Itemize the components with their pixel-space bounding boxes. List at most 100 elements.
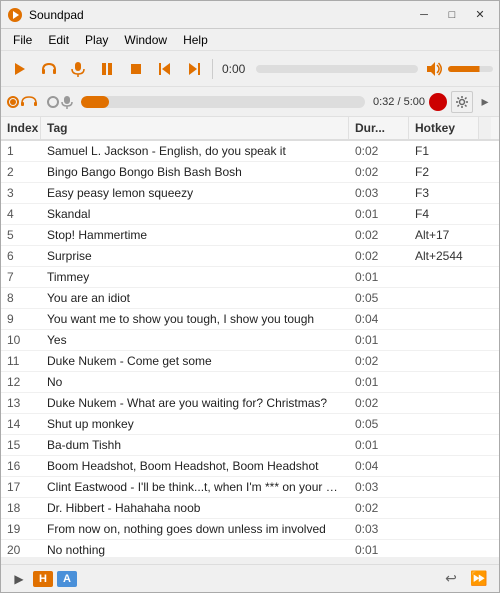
- cell-scroll-space: [479, 435, 499, 455]
- table-row[interactable]: 16 Boom Headshot, Boom Headshot, Boom He…: [1, 456, 499, 477]
- status-bar: ▶ H A ↩ ⏩: [1, 564, 499, 592]
- cell-hotkey: [409, 477, 479, 497]
- table-row[interactable]: 6 Surprise 0:02 Alt+2544: [1, 246, 499, 267]
- cell-dur: 0:03: [349, 183, 409, 203]
- cell-tag: Stop! Hammertime: [41, 225, 349, 245]
- badge-hotkeys[interactable]: H: [33, 571, 53, 587]
- table-row[interactable]: 12 No 0:01: [1, 372, 499, 393]
- next-button[interactable]: [181, 56, 207, 82]
- recording-progress[interactable]: [81, 96, 365, 108]
- cell-hotkey: [409, 330, 479, 350]
- sound-table[interactable]: Index Tag Dur... Hotkey 1 Samuel L. Jack…: [1, 117, 499, 557]
- col-index: Index: [1, 117, 41, 139]
- col-dur: Dur...: [349, 117, 409, 139]
- cell-scroll-space: [479, 477, 499, 497]
- cell-scroll-space: [479, 162, 499, 182]
- cell-index: 13: [1, 393, 41, 413]
- cell-dur: 0:01: [349, 267, 409, 287]
- cell-index: 9: [1, 309, 41, 329]
- stop-button[interactable]: [123, 56, 149, 82]
- close-button[interactable]: ✕: [467, 5, 493, 25]
- cell-scroll-space: [479, 519, 499, 539]
- table-row[interactable]: 19 From now on, nothing goes down unless…: [1, 519, 499, 540]
- playback-progress[interactable]: [256, 65, 418, 73]
- toolbar1: 0:00: [1, 51, 499, 87]
- radio-mic-circle: [47, 96, 59, 108]
- cell-index: 18: [1, 498, 41, 518]
- cell-index: 15: [1, 435, 41, 455]
- volume-icon: [425, 61, 443, 77]
- cell-index: 8: [1, 288, 41, 308]
- pause-button[interactable]: [94, 56, 120, 82]
- cell-hotkey: F2: [409, 162, 479, 182]
- main-window: Soundpad ─ □ ✕ File Edit Play Window Hel…: [0, 0, 500, 593]
- cell-index: 17: [1, 477, 41, 497]
- mic-button[interactable]: [65, 56, 91, 82]
- cell-tag: You are an idiot: [41, 288, 349, 308]
- headphones-button[interactable]: [36, 56, 62, 82]
- table-row[interactable]: 8 You are an idiot 0:05: [1, 288, 499, 309]
- menu-window[interactable]: Window: [116, 32, 175, 48]
- menu-bar: File Edit Play Window Help: [1, 29, 499, 51]
- radio-headphones[interactable]: [7, 95, 37, 109]
- table-row[interactable]: 13 Duke Nukem - What are you waiting for…: [1, 393, 499, 414]
- radio-headphones-circle: [7, 96, 19, 108]
- replay-button[interactable]: ↩: [439, 569, 463, 589]
- expand-button[interactable]: ▸: [477, 91, 493, 113]
- table-row[interactable]: 7 Timmey 0:01: [1, 267, 499, 288]
- record-button[interactable]: [429, 93, 447, 111]
- cell-tag: Clint Eastwood - I'll be think...t, when…: [41, 477, 349, 497]
- cell-scroll-space: [479, 351, 499, 371]
- play-button[interactable]: [7, 56, 33, 82]
- cell-index: 10: [1, 330, 41, 350]
- table-row[interactable]: 15 Ba-dum Tishh 0:01: [1, 435, 499, 456]
- table-row[interactable]: 9 You want me to show you tough, I show …: [1, 309, 499, 330]
- maximize-button[interactable]: □: [439, 5, 465, 25]
- cell-scroll-space: [479, 225, 499, 245]
- menu-edit[interactable]: Edit: [40, 32, 77, 48]
- cell-dur: 0:01: [349, 540, 409, 557]
- table-row[interactable]: 20 No nothing 0:01: [1, 540, 499, 557]
- cell-tag: Surprise: [41, 246, 349, 266]
- table-row[interactable]: 10 Yes 0:01: [1, 330, 499, 351]
- prev-button[interactable]: [152, 56, 178, 82]
- table-row[interactable]: 2 Bingo Bango Bongo Bish Bash Bosh 0:02 …: [1, 162, 499, 183]
- table-row[interactable]: 17 Clint Eastwood - I'll be think...t, w…: [1, 477, 499, 498]
- menu-play[interactable]: Play: [77, 32, 116, 48]
- minimize-button[interactable]: ─: [411, 5, 437, 25]
- table-wrapper: Index Tag Dur... Hotkey 1 Samuel L. Jack…: [1, 117, 499, 564]
- cell-index: 7: [1, 267, 41, 287]
- table-row[interactable]: 14 Shut up monkey 0:05: [1, 414, 499, 435]
- toolbar2: 0:32 / 5:00 ▸: [1, 87, 499, 117]
- table-row[interactable]: 4 Skandal 0:01 F4: [1, 204, 499, 225]
- cell-hotkey: [409, 288, 479, 308]
- table-row[interactable]: 5 Stop! Hammertime 0:02 Alt+17: [1, 225, 499, 246]
- settings-button[interactable]: [451, 91, 473, 113]
- cell-index: 19: [1, 519, 41, 539]
- table-row[interactable]: 11 Duke Nukem - Come get some 0:02: [1, 351, 499, 372]
- title-bar-left: Soundpad: [7, 7, 84, 23]
- table-row[interactable]: 18 Dr. Hibbert - Hahahaha noob 0:02: [1, 498, 499, 519]
- menu-file[interactable]: File: [5, 32, 40, 48]
- table-row[interactable]: 1 Samuel L. Jackson - English, do you sp…: [1, 141, 499, 162]
- cell-hotkey: Alt+2544: [409, 246, 479, 266]
- table-row[interactable]: 3 Easy peasy lemon squeezy 0:03 F3: [1, 183, 499, 204]
- table-body: 1 Samuel L. Jackson - English, do you sp…: [1, 141, 499, 557]
- headphones-small-icon: [21, 95, 37, 109]
- prev-icon: [158, 62, 172, 76]
- cell-hotkey: [409, 309, 479, 329]
- forward-button[interactable]: ⏩: [467, 569, 491, 589]
- play-icon: [13, 62, 27, 76]
- stop-icon: [130, 63, 142, 75]
- mic-icon: [71, 61, 85, 77]
- cell-tag: Ba-dum Tishh: [41, 435, 349, 455]
- menu-help[interactable]: Help: [175, 32, 216, 48]
- cell-dur: 0:05: [349, 414, 409, 434]
- cell-dur: 0:04: [349, 456, 409, 476]
- badge-auto[interactable]: A: [57, 571, 77, 587]
- app-title: Soundpad: [29, 8, 84, 22]
- volume-slider[interactable]: [448, 66, 493, 72]
- cell-scroll-space: [479, 330, 499, 350]
- radio-mic[interactable]: [47, 95, 73, 109]
- status-play-button[interactable]: ▶: [9, 569, 29, 589]
